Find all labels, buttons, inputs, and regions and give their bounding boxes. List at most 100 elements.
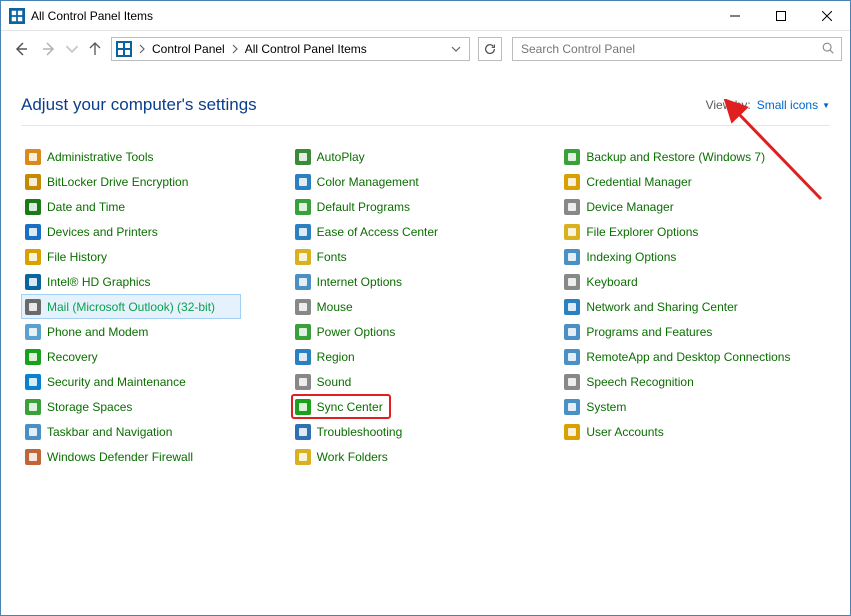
user-accounts-icon	[564, 424, 580, 440]
device-manager-icon	[564, 199, 580, 215]
grid-column-1: Administrative ToolsBitLocker Drive Encr…	[21, 144, 291, 469]
breadcrumb-all-items[interactable]: All Control Panel Items	[243, 38, 369, 60]
window-title: All Control Panel Items	[31, 9, 153, 23]
cp-item-label: File Explorer Options	[586, 225, 698, 239]
grid-column-3: Backup and Restore (Windows 7) Credential…	[560, 144, 830, 469]
cp-item-intel-hd-graphics[interactable]: Intel® HD Graphics	[21, 269, 241, 294]
view-by-value: Small icons	[757, 98, 818, 112]
cp-item-label: Fonts	[317, 250, 347, 264]
cp-item-fonts[interactable]: Fonts	[291, 244, 511, 269]
cp-item-label: Troubleshooting	[317, 425, 403, 439]
cp-item-label: User Accounts	[586, 425, 663, 439]
control-panel-small-icon	[116, 41, 132, 57]
cp-item-label: Ease of Access Center	[317, 225, 438, 239]
header-row: Adjust your computer's settings View by:…	[21, 79, 830, 126]
address-bar[interactable]: Control Panel All Control Panel Items	[111, 37, 470, 61]
breadcrumb-control-panel[interactable]: Control Panel	[150, 38, 227, 60]
cp-item-label: Security and Maintenance	[47, 375, 186, 389]
cp-item-work-folders[interactable]: Work Folders	[291, 444, 511, 469]
cp-item-indexing-options[interactable]: Indexing Options	[560, 244, 780, 269]
cp-item-autoplay[interactable]: AutoPlay	[291, 144, 511, 169]
address-dropdown-button[interactable]	[447, 44, 465, 54]
cp-item-security-and-maintenance[interactable]: Security and Maintenance	[21, 369, 241, 394]
chevron-down-icon: ▼	[822, 101, 830, 110]
cp-item-phone-and-modem[interactable]: Phone and Modem	[21, 319, 241, 344]
cp-item-user-accounts[interactable]: User Accounts	[560, 419, 780, 444]
maximize-button[interactable]	[758, 1, 804, 31]
cp-item-label: Phone and Modem	[47, 325, 148, 339]
cp-item-label: Credential Manager	[586, 175, 691, 189]
cp-item-programs-and-features[interactable]: Programs and Features	[560, 319, 780, 344]
cp-item-sound[interactable]: Sound	[291, 369, 511, 394]
cp-item-windows-defender-firewall[interactable]: Windows Defender Firewall	[21, 444, 241, 469]
cp-item-backup-and-restore-windows-7[interactable]: Backup and Restore (Windows 7)	[560, 144, 780, 169]
cp-item-ease-of-access-center[interactable]: Ease of Access Center	[291, 219, 511, 244]
intel-hd-graphics-icon	[25, 274, 41, 290]
recent-locations-button[interactable]	[65, 37, 79, 61]
speech-recognition-icon	[564, 374, 580, 390]
cp-item-keyboard[interactable]: Keyboard	[560, 269, 780, 294]
cp-item-internet-options[interactable]: Internet Options	[291, 269, 511, 294]
cp-item-file-history[interactable]: File History	[21, 244, 241, 269]
cp-item-label: Device Manager	[586, 200, 673, 214]
refresh-button[interactable]	[478, 37, 502, 61]
cp-item-bitlocker-drive-encryption[interactable]: BitLocker Drive Encryption	[21, 169, 241, 194]
recovery-icon	[25, 349, 41, 365]
cp-item-speech-recognition[interactable]: Speech Recognition	[560, 369, 780, 394]
cp-item-label: File History	[47, 250, 107, 264]
cp-item-sync-center[interactable]: Sync Center	[291, 394, 391, 419]
view-by-dropdown[interactable]: Small icons ▼	[757, 98, 830, 112]
cp-item-region[interactable]: Region	[291, 344, 511, 369]
cp-item-devices-and-printers[interactable]: Devices and Printers	[21, 219, 241, 244]
forward-button[interactable]	[37, 37, 61, 61]
keyboard-icon	[564, 274, 580, 290]
cp-item-label: Color Management	[317, 175, 419, 189]
close-button[interactable]	[804, 1, 850, 31]
cp-item-troubleshooting[interactable]: Troubleshooting	[291, 419, 511, 444]
search-box[interactable]	[512, 37, 842, 61]
cp-item-file-explorer-options[interactable]: File Explorer Options	[560, 219, 780, 244]
cp-item-mouse[interactable]: Mouse	[291, 294, 511, 319]
chevron-right-icon[interactable]	[229, 38, 241, 60]
file-explorer-options-icon	[564, 224, 580, 240]
system-icon	[564, 399, 580, 415]
cp-item-power-options[interactable]: Power Options	[291, 319, 511, 344]
network-and-sharing-center-icon	[564, 299, 580, 315]
cp-item-remoteapp-and-desktop-connections[interactable]: RemoteApp and Desktop Connections	[560, 344, 794, 369]
cp-item-device-manager[interactable]: Device Manager	[560, 194, 780, 219]
cp-item-label: Sync Center	[317, 400, 383, 414]
cp-item-label: Mouse	[317, 300, 353, 314]
work-folders-icon	[295, 449, 311, 465]
cp-item-date-and-time[interactable]: Date and Time	[21, 194, 241, 219]
search-input[interactable]	[519, 41, 821, 57]
internet-options-icon	[295, 274, 311, 290]
cp-item-credential-manager[interactable]: Credential Manager	[560, 169, 780, 194]
cp-item-taskbar-and-navigation[interactable]: Taskbar and Navigation	[21, 419, 241, 444]
cp-item-label: Programs and Features	[586, 325, 712, 339]
file-history-icon	[25, 249, 41, 265]
minimize-button[interactable]	[712, 1, 758, 31]
indexing-options-icon	[564, 249, 580, 265]
cp-item-storage-spaces[interactable]: Storage Spaces	[21, 394, 241, 419]
search-icon[interactable]	[821, 41, 835, 58]
windows-defender-firewall-icon	[25, 449, 41, 465]
cp-item-mail-microsoft-outlook-32-bit[interactable]: Mail (Microsoft Outlook) (32-bit)	[21, 294, 241, 319]
credential-manager-icon	[564, 174, 580, 190]
cp-item-label: Backup and Restore (Windows 7)	[586, 150, 765, 164]
color-management-icon	[295, 174, 311, 190]
fonts-icon	[295, 249, 311, 265]
taskbar-and-navigation-icon	[25, 424, 41, 440]
chevron-right-icon[interactable]	[136, 38, 148, 60]
cp-item-label: Work Folders	[317, 450, 388, 464]
cp-item-recovery[interactable]: Recovery	[21, 344, 241, 369]
cp-item-system[interactable]: System	[560, 394, 780, 419]
cp-item-color-management[interactable]: Color Management	[291, 169, 511, 194]
cp-item-default-programs[interactable]: Default Programs	[291, 194, 511, 219]
view-by-label: View by:	[706, 98, 751, 112]
storage-spaces-icon	[25, 399, 41, 415]
back-button[interactable]	[9, 37, 33, 61]
up-button[interactable]	[83, 37, 107, 61]
remoteapp-and-desktop-connections-icon	[564, 349, 580, 365]
cp-item-administrative-tools[interactable]: Administrative Tools	[21, 144, 241, 169]
cp-item-network-and-sharing-center[interactable]: Network and Sharing Center	[560, 294, 780, 319]
